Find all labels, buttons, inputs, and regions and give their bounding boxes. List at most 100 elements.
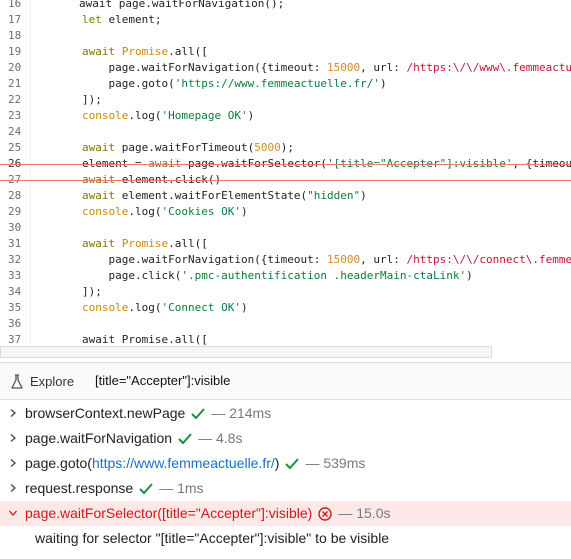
code-token: ); xyxy=(280,141,294,154)
selector-input[interactable]: [title="Accepter"]:visible xyxy=(95,373,230,388)
code-token: 'https://www.femmeactuelle.fr/' xyxy=(174,77,381,90)
code-text: await Promise.all([ xyxy=(82,236,208,252)
horizontal-scrollbar[interactable] xyxy=(0,346,492,358)
code-token: "hidden" xyxy=(307,189,361,202)
flask-icon xyxy=(11,374,23,389)
code-text: ]); xyxy=(82,284,102,300)
code-token: ]); xyxy=(82,285,102,298)
code-text: page.waitForNavigation({timeout: 15000, … xyxy=(82,60,571,76)
code-token: await page.waitForNavigation(); xyxy=(26,0,285,10)
code-text: console.log('Homepage OK') xyxy=(82,108,254,124)
code-token: ) xyxy=(247,109,255,122)
code-text: page.waitForNavigation({timeout: 15000, … xyxy=(82,252,571,268)
code-line: 18 xyxy=(0,28,30,44)
line-number: 20 xyxy=(8,61,22,74)
chevron-right-icon xyxy=(10,409,16,417)
log-entry-duration: — 539ms xyxy=(305,455,366,471)
line-number: 32 xyxy=(8,253,22,266)
check-icon xyxy=(178,433,192,445)
code-line: 31 await Promise.all([ xyxy=(0,236,208,252)
code-line: 28 await element.waitForElementState("hid… xyxy=(0,188,367,204)
chevron-right-icon xyxy=(10,434,16,442)
log-entry-newpage[interactable]: browserContext.newPage — 214ms xyxy=(0,401,571,426)
code-token: 15000 xyxy=(327,253,361,266)
log-entry-waitfornavigation[interactable]: page.waitForNavigation — 4.8s xyxy=(0,426,571,451)
error-line-highlight-bottom xyxy=(0,180,571,181)
code-line: 19 await Promise.all([ xyxy=(0,44,208,60)
code-line: 29 console.log('Cookies OK') xyxy=(0,204,248,220)
line-number: 35 xyxy=(8,301,22,314)
code-token: ) xyxy=(380,77,387,90)
code-token: ) xyxy=(360,189,367,202)
log-entry-duration: — 1ms xyxy=(159,480,204,496)
code-token: 'Connect OK' xyxy=(161,301,241,314)
code-line: 32 page.waitForNavigation({timeout: 1500… xyxy=(0,252,571,268)
check-icon xyxy=(139,483,153,495)
log-entry-title: page.waitForNavigation xyxy=(25,430,173,446)
code-token: Promise xyxy=(121,45,169,58)
log-entry-url-link[interactable]: https://www.femmeactuelle.fr/ xyxy=(92,455,275,471)
code-text: await page.waitForTimeout(5000); xyxy=(82,140,294,156)
error-line-highlight-top xyxy=(0,164,571,165)
code-token: Promise xyxy=(121,237,169,250)
code-token: '.pmc-authentification .headerMain-ctaLi… xyxy=(181,269,467,282)
line-number: 25 xyxy=(8,141,22,154)
code-line: 17 let element; xyxy=(0,12,161,28)
code-token: 5000 xyxy=(254,141,281,154)
code-line: 24 xyxy=(0,124,30,140)
code-token: await xyxy=(82,237,122,250)
code-token: , url: xyxy=(360,253,407,266)
line-number: 30 xyxy=(8,221,22,234)
code-line: 35 console.log('Connect OK') xyxy=(0,300,248,316)
code-token: .log( xyxy=(128,205,162,218)
code-token: let xyxy=(82,13,109,26)
chevron-down-icon xyxy=(9,510,17,516)
line-number: 23 xyxy=(8,109,22,122)
code-text: console.log('Connect OK') xyxy=(82,300,248,316)
code-token: , url: xyxy=(360,61,407,74)
log-entry-title: request.response xyxy=(25,480,134,496)
chevron-right-icon xyxy=(10,459,16,467)
code-line: 20 page.waitForNavigation({timeout: 1500… xyxy=(0,60,571,76)
line-number: 33 xyxy=(8,269,22,282)
code-text: await Promise.all([ xyxy=(82,332,208,346)
line-number: 21 xyxy=(8,77,22,90)
code-text: console.log('Cookies OK') xyxy=(82,204,248,220)
error-detail: waiting for selector "[title="Accepter"]… xyxy=(35,530,390,546)
code-line: 22]); xyxy=(0,92,102,108)
line-number: 24 xyxy=(8,125,22,138)
code-token: ) xyxy=(240,301,248,314)
error-circle-icon xyxy=(318,507,333,521)
code-token: 'Cookies OK' xyxy=(161,205,241,218)
explore-bar[interactable]: Explore [title="Accepter"]:visible xyxy=(0,362,571,400)
code-text: await page.waitForNavigation(); xyxy=(26,0,284,12)
code-text: ]); xyxy=(82,92,102,108)
log-entry-title: page.waitForSelector([title="Accepter"]:… xyxy=(25,505,313,521)
line-number: 28 xyxy=(8,189,22,202)
code-token: console xyxy=(82,109,129,122)
code-editor[interactable]: 16 await page.waitForNavigation(); 17 let … xyxy=(0,0,571,346)
action-log: browserContext.newPage — 214ms page.waitF… xyxy=(0,400,571,559)
log-entry-goto[interactable]: page.goto(https://www.femmeactuelle.fr/)… xyxy=(0,451,571,476)
code-line: 30 xyxy=(0,220,30,236)
code-token: await xyxy=(82,45,122,58)
code-token: element.waitForElementState( xyxy=(121,189,308,202)
line-number: 29 xyxy=(8,205,22,218)
code-token: .log( xyxy=(128,109,162,122)
line-number: 34 xyxy=(8,285,22,298)
code-token: element; xyxy=(108,13,162,26)
code-token: await xyxy=(82,189,122,202)
code-line: 33 page.click('.pmc-authentification .he… xyxy=(0,268,473,284)
log-entry-response[interactable]: request.response — 1ms xyxy=(0,476,571,501)
log-entry-title: browserContext.newPage xyxy=(25,405,186,421)
code-token: .all([ xyxy=(168,45,208,58)
line-number: 19 xyxy=(8,45,22,58)
log-entry-waitforselector[interactable]: page.waitForSelector([title="Accepter"]:… xyxy=(0,501,571,526)
code-token: /https:\/\/connect\.femme xyxy=(406,253,571,266)
code-line: 34]); xyxy=(0,284,102,300)
code-token: page.goto( xyxy=(82,77,175,90)
code-token: ) xyxy=(240,205,248,218)
code-token: .log( xyxy=(128,301,162,314)
code-line: 25 await page.waitForTimeout(5000); xyxy=(0,140,294,156)
code-token: page.waitForTimeout( xyxy=(121,141,255,154)
